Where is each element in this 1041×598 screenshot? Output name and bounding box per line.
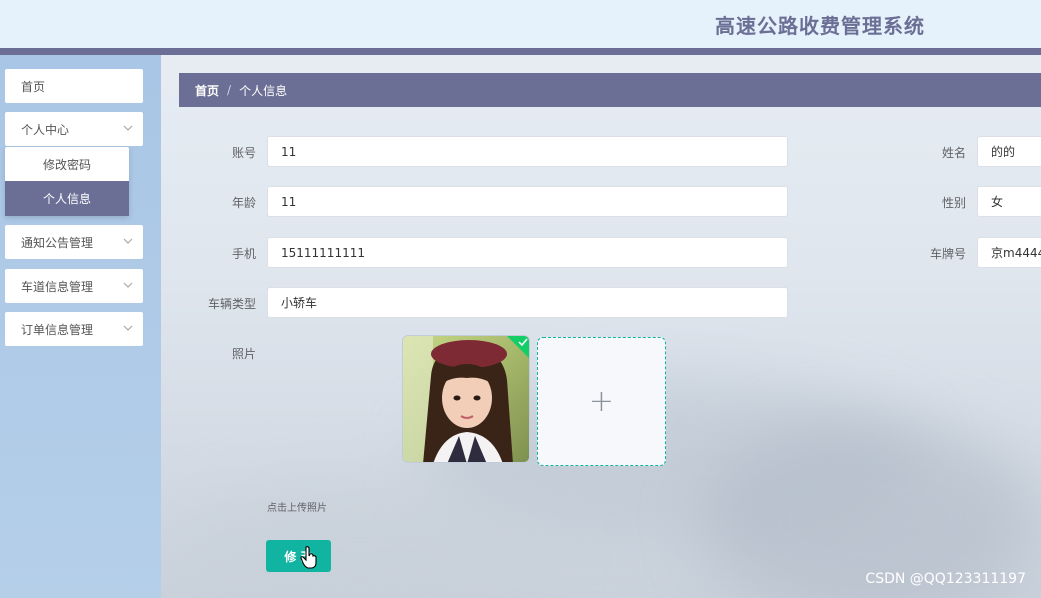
phone-label: 手机 xyxy=(231,247,256,261)
chevron-down-icon xyxy=(123,282,133,288)
breadcrumb-separator: / xyxy=(227,83,232,97)
plus-icon: + xyxy=(588,383,615,419)
vehicle-type-label: 车辆类型 xyxy=(207,297,256,311)
vehicle-type-value: 小轿车 xyxy=(281,296,318,310)
plate-field[interactable]: 京m44444 xyxy=(977,237,1041,268)
breadcrumb-home[interactable]: 首页 xyxy=(195,82,219,99)
sidebar-item-notice[interactable]: 通知公告管理 xyxy=(5,225,143,259)
name-field[interactable]: 的的 xyxy=(977,136,1041,167)
photo-label: 照片 xyxy=(231,347,256,361)
submenu-item-change-password[interactable]: 修改密码 xyxy=(5,147,129,181)
sidebar-item-label: 车道信息管理 xyxy=(21,279,94,294)
name-value: 的的 xyxy=(991,145,1016,159)
phone-value: 15111111111 xyxy=(281,245,365,260)
chevron-down-icon xyxy=(123,325,133,331)
account-value: 11 xyxy=(281,144,297,159)
sidebar-item-lane[interactable]: 车道信息管理 xyxy=(5,269,143,303)
top-header: 高速公路收费管理系统 xyxy=(0,0,1041,48)
sidebar-item-personal-center[interactable]: 个人中心 xyxy=(5,112,143,146)
account-field[interactable]: 11 xyxy=(267,136,788,167)
chevron-down-icon xyxy=(123,125,133,131)
sidebar-item-label: 个人中心 xyxy=(21,122,70,137)
phone-field[interactable]: 15111111111 xyxy=(267,237,788,268)
vehicle-type-field[interactable]: 小轿车 xyxy=(267,287,788,318)
breadcrumb: 首页 / 个人信息 xyxy=(179,73,1041,107)
app-title: 高速公路收费管理系统 xyxy=(715,14,925,38)
plate-value: 京m44444 xyxy=(991,246,1041,260)
hand-cursor-icon xyxy=(300,546,317,569)
gender-field[interactable]: 女 xyxy=(977,186,1041,217)
sidebar-item-label: 订单信息管理 xyxy=(21,322,94,337)
personal-center-submenu: 修改密码 个人信息 xyxy=(5,147,129,216)
age-field[interactable]: 11 xyxy=(267,186,788,217)
upload-tip: 点击上传照片 xyxy=(267,503,327,514)
account-label: 账号 xyxy=(231,146,256,160)
gender-value: 女 xyxy=(991,195,1004,209)
sidebar-item-label: 首页 xyxy=(21,79,46,94)
submenu-item-personal-info[interactable]: 个人信息 xyxy=(5,181,129,216)
sidebar-item-home[interactable]: 首页 xyxy=(5,69,143,103)
submit-button[interactable]: 修 改 xyxy=(266,540,331,572)
sidebar-item-order[interactable]: 订单信息管理 xyxy=(5,312,143,346)
sidebar-item-label: 通知公告管理 xyxy=(21,235,94,250)
gender-label: 性别 xyxy=(941,196,966,210)
age-value: 11 xyxy=(281,194,297,209)
age-label: 年龄 xyxy=(231,196,256,210)
header-divider xyxy=(0,48,1041,55)
breadcrumb-current: 个人信息 xyxy=(239,83,288,98)
photo-upload-button[interactable]: + xyxy=(537,337,666,466)
watermark: CSDN @QQ123311197 xyxy=(865,571,1026,587)
chevron-down-icon xyxy=(123,238,133,244)
name-label: 姓名 xyxy=(941,146,966,160)
plate-label: 车牌号 xyxy=(929,247,966,261)
uploaded-photo[interactable] xyxy=(402,335,530,463)
